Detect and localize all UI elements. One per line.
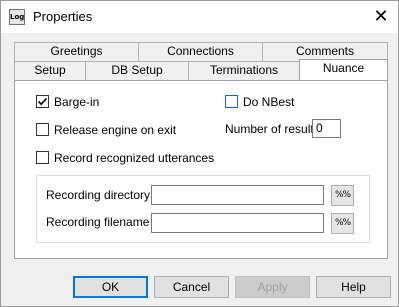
tab-label: Nuance — [322, 61, 365, 75]
browse-filename-button[interactable]: %% — [331, 213, 354, 234]
browse-directory-button[interactable]: %% — [331, 185, 354, 206]
do-nbest-label: Do NBest — [243, 95, 295, 109]
recording-filename-input[interactable] — [151, 213, 324, 233]
recording-filename-label: Recording filename — [46, 215, 150, 229]
barge-in-label: Barge-in — [54, 95, 100, 109]
tab-label: Comments — [295, 44, 354, 58]
release-engine-checkbox[interactable] — [36, 123, 49, 136]
browse-icon: %% — [334, 218, 351, 228]
ok-button[interactable]: OK — [73, 276, 148, 298]
number-of-results-label: Number of results — [225, 122, 320, 136]
window-title: Properties — [33, 9, 93, 24]
tab-nuance[interactable]: Nuance — [299, 59, 388, 80]
tab-terminations[interactable]: Terminations — [188, 61, 300, 80]
number-of-results-input[interactable]: 0 — [312, 119, 341, 138]
tab-greetings[interactable]: Greetings — [14, 42, 139, 61]
recording-directory-label: Recording directory — [46, 188, 151, 202]
checkmark-icon — [37, 97, 48, 106]
record-utterances-checkbox[interactable] — [36, 151, 49, 164]
tab-connections[interactable]: Connections — [138, 42, 263, 61]
record-utterances-label: Record recognized utterances — [54, 151, 215, 165]
cancel-button[interactable]: Cancel — [154, 276, 229, 298]
tab-db-setup[interactable]: DB Setup — [85, 61, 189, 80]
help-button[interactable]: Help — [316, 276, 391, 298]
recording-directory-input[interactable] — [151, 185, 324, 205]
close-icon[interactable]: ✕ — [367, 5, 395, 29]
title-bar: Log Properties ✕ — [1, 1, 398, 33]
tab-label: Setup — [34, 63, 66, 77]
tab-label: Greetings — [50, 44, 103, 58]
tab-label: Connections — [167, 44, 234, 58]
release-engine-label: Release engine on exit — [54, 123, 177, 137]
do-nbest-checkbox[interactable] — [225, 95, 238, 108]
barge-in-checkbox[interactable] — [36, 95, 49, 108]
tab-label: DB Setup — [111, 63, 163, 77]
browse-icon: %% — [334, 190, 351, 200]
tab-label: Terminations — [209, 63, 279, 77]
properties-dialog: Log Properties ✕ Greetings Connections C… — [0, 0, 399, 307]
app-icon: Log — [9, 9, 25, 25]
apply-button[interactable]: Apply — [235, 276, 310, 298]
tab-setup[interactable]: Setup — [14, 61, 86, 80]
